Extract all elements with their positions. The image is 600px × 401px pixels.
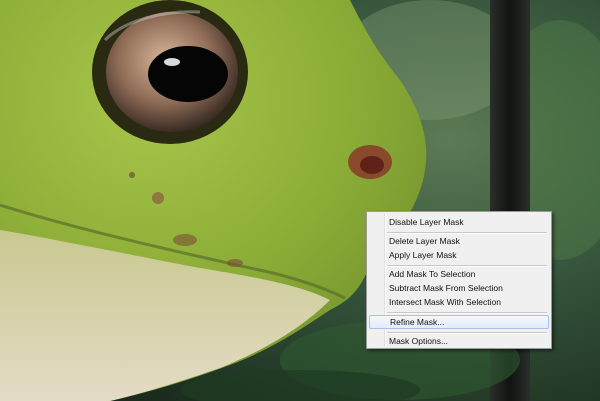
- menu-separator: [387, 312, 547, 314]
- menu-item-subtract-mask-from-selection[interactable]: Subtract Mask From Selection: [369, 281, 549, 295]
- menu-item-apply-layer-mask[interactable]: Apply Layer Mask: [369, 248, 549, 262]
- menu-item-add-mask-to-selection[interactable]: Add Mask To Selection: [369, 267, 549, 281]
- menu-item-delete-layer-mask[interactable]: Delete Layer Mask: [369, 234, 549, 248]
- layer-mask-context-menu: Disable Layer Mask Delete Layer Mask App…: [366, 211, 552, 349]
- frog-eye: [92, 0, 248, 144]
- menu-item-intersect-mask-with-selection[interactable]: Intersect Mask With Selection: [369, 295, 549, 309]
- menu-item-refine-mask[interactable]: Refine Mask...: [369, 315, 549, 329]
- menu-item-disable-layer-mask[interactable]: Disable Layer Mask: [369, 215, 549, 229]
- menu-item-mask-options[interactable]: Mask Options...: [369, 334, 549, 348]
